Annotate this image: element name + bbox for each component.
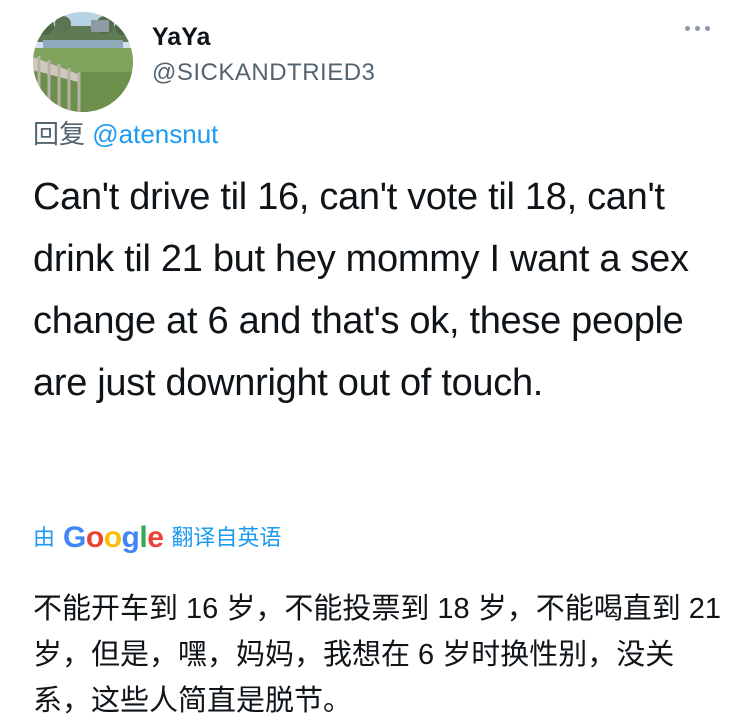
translate-attribution[interactable]: 由 Google 翻译自英语 [33, 518, 281, 558]
google-logo: Google [63, 518, 164, 558]
translation-by-label: 由 [33, 525, 56, 550]
avatar-photo [33, 12, 133, 112]
reply-mention-link[interactable]: @atensnut [92, 119, 218, 149]
more-horizontal-icon-dot [705, 26, 710, 31]
display-name[interactable]: YaYa [152, 22, 210, 52]
more-horizontal-icon [685, 26, 690, 31]
more-horizontal-icon-dot [695, 26, 700, 31]
google-letter: g [121, 521, 140, 554]
reply-prefix: 回复 [33, 119, 86, 149]
more-options-button[interactable] [681, 22, 714, 35]
google-letter: e [147, 521, 164, 554]
google-letter: o [85, 521, 104, 554]
tweet-text: Can't drive til 16, can't vote til 18, c… [33, 176, 689, 404]
user-handle[interactable]: @SICKANDTRIED3 [152, 58, 375, 88]
google-letter: G [63, 521, 86, 554]
google-letter: l [139, 521, 148, 554]
translated-text: 不能开车到 16 岁，不能投票到 18 岁，不能喝直到 21 岁，但是，嘿，妈妈… [33, 593, 722, 717]
reply-context: 回复 @atensnut [33, 117, 218, 151]
google-letter: o [103, 521, 122, 554]
avatar[interactable] [33, 12, 133, 112]
translation-action-label: 翻译自英语 [171, 525, 282, 550]
